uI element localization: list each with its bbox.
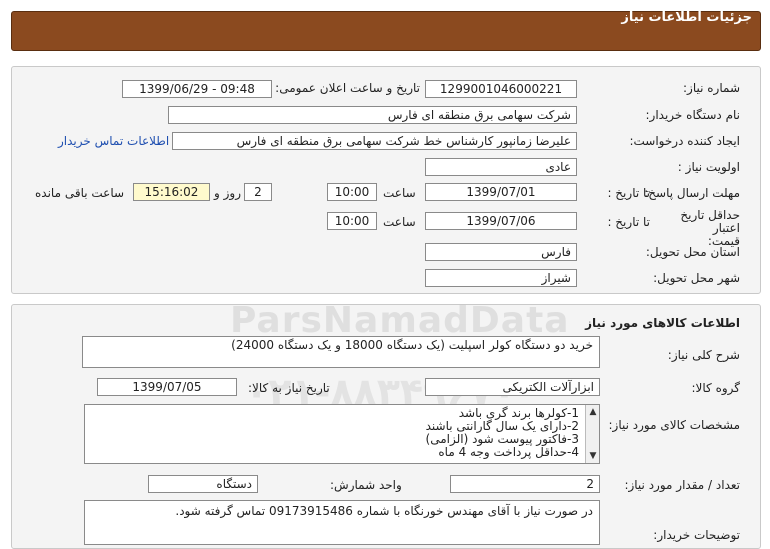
unit-label: واحد شمارش: <box>330 478 402 492</box>
validity-time-field: 10:00 <box>327 212 377 230</box>
buyer-org-field: شرکت سهامی برق منطقه ای فارس <box>168 106 577 124</box>
announce-label: تاریخ و ساعت اعلان عمومی: <box>275 81 420 95</box>
announce-field: 1399/06/29 - 09:48 <box>122 80 272 98</box>
days-label: روز و <box>214 186 241 200</box>
deadline-time-label: ساعت <box>383 186 416 200</box>
requester-label: ایجاد کننده درخواست: <box>629 134 740 148</box>
description-label: شرح کلی نیاز: <box>667 348 740 362</box>
remaining-time-field: 15:16:02 <box>133 183 210 201</box>
buyer-notes-label: توضیحات خریدار: <box>653 528 740 542</box>
province-field: فارس <box>425 243 577 261</box>
need-date-label: تاریخ نیاز به کالا: <box>248 381 330 395</box>
days-field: 2 <box>244 183 272 201</box>
province-label: استان محل تحویل: <box>645 245 740 259</box>
city-field: شیراز <box>425 269 577 287</box>
group-label: گروه کالا: <box>691 381 741 395</box>
validity-until-label: تا تاریخ : <box>607 215 650 229</box>
city-label: شهر محل تحویل: <box>653 271 740 285</box>
requester-field: علیرضا زمانپور کارشناس خط شرکت سهامی برق… <box>172 132 577 150</box>
need-number-field: 1299001046000221 <box>425 80 577 98</box>
priority-field: عادی <box>425 158 577 176</box>
quantity-label: تعداد / مقدار مورد نیاز: <box>624 478 740 492</box>
quantity-field: 2 <box>450 475 600 493</box>
specs-label: مشخصات کالای مورد نیاز: <box>608 418 740 432</box>
contact-info-link[interactable]: اطلاعات تماس خریدار <box>58 134 169 148</box>
validity-date-field: 1399/07/06 <box>425 212 577 230</box>
remaining-label: ساعت باقی مانده <box>35 186 125 200</box>
unit-field: دستگاه <box>148 475 258 493</box>
spec-line: 4-حداقل پرداخت وجه 4 ماه <box>438 445 579 459</box>
group-field: ابزارآلات الکتریکی <box>425 378 600 396</box>
specs-scrollbar[interactable]: ▲ ▼ <box>585 405 599 463</box>
deadline-date-field: 1399/07/01 <box>425 183 577 201</box>
watermark-brand: ParsNamadData <box>230 300 570 341</box>
need-details-panel <box>11 66 761 294</box>
description-field: خرید دو دستگاه کولر اسپلیت (یک دستگاه 18… <box>82 336 600 368</box>
scroll-up-icon[interactable]: ▲ <box>586 405 600 419</box>
specs-field: 1-کولرها برند گری باشد 2-دارای یک سال گا… <box>84 404 600 464</box>
need-number-label: شماره نیاز: <box>683 81 740 95</box>
buyer-org-label: نام دستگاه خریدار: <box>645 108 741 122</box>
deadline-until-label: تا تاریخ : <box>607 186 650 200</box>
validity-label: حداقل تاریخ اعتبار قیمت: <box>680 208 740 248</box>
deadline-label: مهلت ارسال پاسخ: <box>644 186 740 200</box>
scroll-down-icon[interactable]: ▼ <box>586 449 600 463</box>
buyer-notes-field: در صورت نیاز با آقای مهندس خورنگاه با شم… <box>84 500 600 545</box>
priority-label: اولویت نیاز : <box>677 160 740 174</box>
validity-time-label: ساعت <box>383 215 416 229</box>
page-title: جزئیات اطلاعات نیاز <box>621 10 752 25</box>
goods-section-title: اطلاعات کالاهای مورد نیاز <box>585 316 740 330</box>
need-date-field: 1399/07/05 <box>97 378 237 396</box>
deadline-time-field: 10:00 <box>327 183 377 201</box>
